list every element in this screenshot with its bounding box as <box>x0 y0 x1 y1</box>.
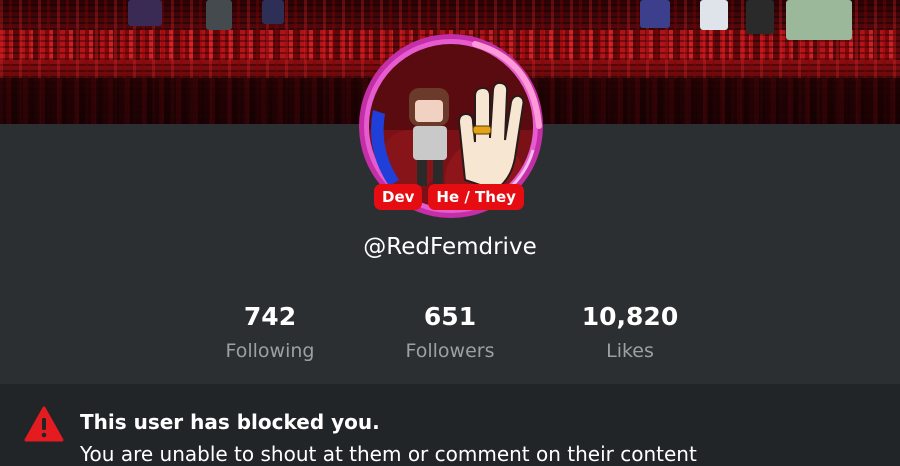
likes-stat[interactable]: 10,820 Likes <box>540 300 720 368</box>
banner-sprite <box>746 0 774 34</box>
profile-badges: Dev He / They <box>374 184 524 210</box>
warning-triangle-icon <box>24 406 64 442</box>
following-stat[interactable]: 742 Following <box>180 300 360 368</box>
username: @RedFemdrive <box>363 234 537 260</box>
blocked-notice-body: You are unable to shout at them or comme… <box>80 442 697 466</box>
banner-sprite <box>786 0 852 40</box>
likes-label: Likes <box>606 340 654 362</box>
following-label: Following <box>225 340 315 362</box>
blocked-notice-title: This user has blocked you. <box>80 410 380 434</box>
profile-page: Dev He / They @RedFemdrive 742 Following… <box>0 0 900 466</box>
dev-badge: Dev <box>374 184 423 210</box>
banner-sprite <box>206 0 232 30</box>
banner-sprite <box>640 0 670 28</box>
banner-sprite <box>128 0 162 26</box>
profile-stats: 742 Following 651 Followers 10,820 Likes <box>0 300 900 370</box>
banner-sprite <box>262 0 284 24</box>
pronouns-badge: He / They <box>428 184 524 210</box>
blocked-notice: This user has blocked you. You are unabl… <box>0 384 900 466</box>
likes-count: 10,820 <box>581 302 679 331</box>
banner-sprite <box>700 0 728 30</box>
followers-label: Followers <box>405 340 495 362</box>
followers-stat[interactable]: 651 Followers <box>360 300 540 368</box>
following-count: 742 <box>243 302 297 331</box>
followers-count: 651 <box>423 302 477 331</box>
